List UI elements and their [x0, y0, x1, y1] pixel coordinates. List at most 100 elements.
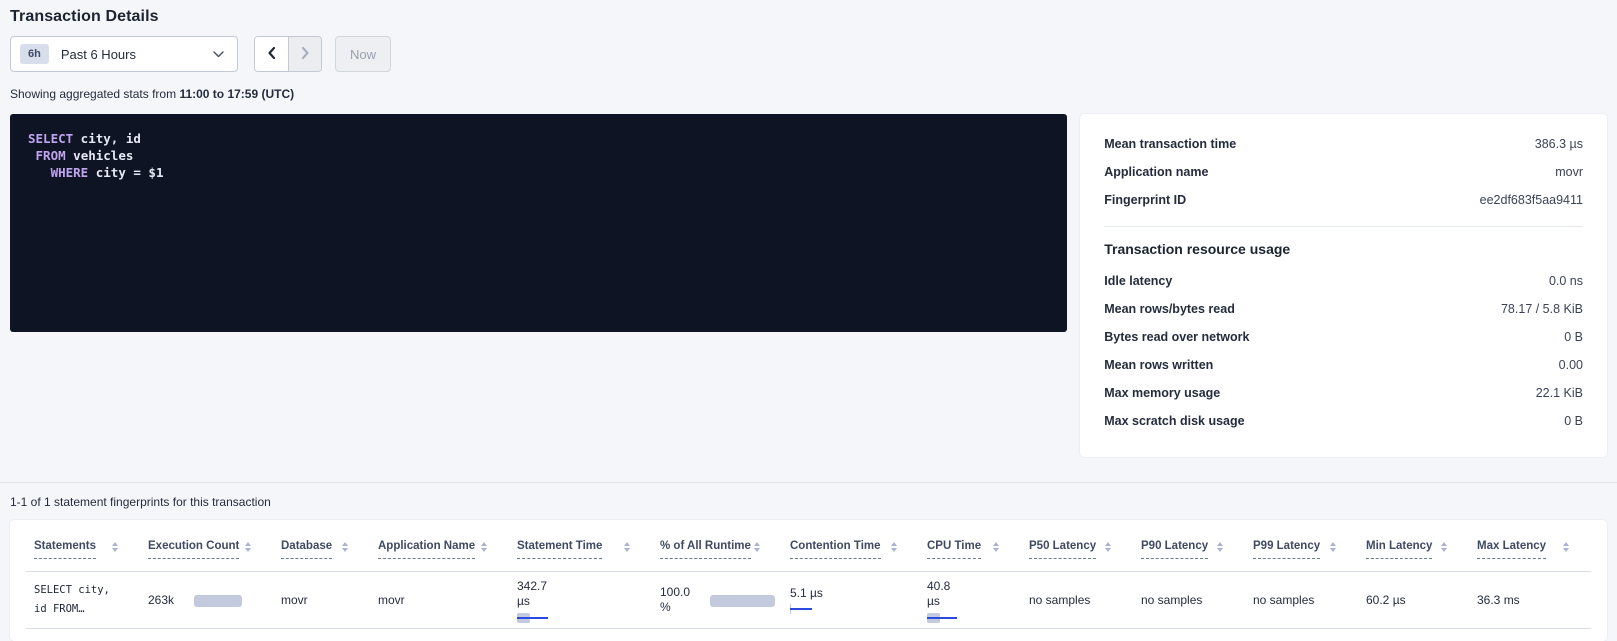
summary-value: ee2df683f5aa9411	[1480, 193, 1583, 207]
sort-arrows-icon[interactable]	[112, 539, 118, 552]
max-latency-cell: 36.3 ms	[1469, 572, 1591, 628]
column-header-p90-latency[interactable]: P90 Latency	[1133, 533, 1245, 571]
time-next-button[interactable]	[288, 37, 321, 71]
statement-text-line2: id FROM…	[34, 600, 110, 619]
resource-label: Max scratch disk usage	[1104, 414, 1244, 428]
section-divider	[0, 482, 1617, 483]
statements-table-card: Statements Execution Count Database Appl…	[10, 520, 1607, 641]
chevron-left-icon	[266, 46, 278, 63]
statement-time-cell: 342.7 µs	[509, 572, 652, 628]
time-controls: 6h Past 6 Hours Now	[10, 36, 1607, 72]
resource-label: Mean rows written	[1104, 358, 1213, 372]
summary-row: Fingerprint ID ee2df683f5aa9411	[1104, 186, 1583, 214]
contention-time-bullet-chart	[790, 604, 919, 614]
runtime-pct-value: 100.0	[660, 585, 690, 600]
resource-row: Mean rows written 0.00	[1104, 351, 1583, 379]
runtime-pct-cell: 100.0 %	[652, 572, 782, 628]
statements-section: 1-1 of 1 statement fingerprints for this…	[0, 495, 1617, 641]
aggregation-note-prefix: Showing aggregated stats from	[10, 87, 179, 101]
summary-value: movr	[1555, 165, 1583, 179]
resource-usage-heading: Transaction resource usage	[1104, 241, 1583, 257]
resource-row: Bytes read over network 0 B	[1104, 323, 1583, 351]
aggregation-note-range: 11:00 to 17:59 (UTC)	[179, 87, 294, 101]
cpu-time-cell: 40.8 µs	[919, 572, 1021, 628]
sort-arrows-icon[interactable]	[342, 539, 348, 552]
resource-label: Idle latency	[1104, 274, 1172, 288]
statement-link[interactable]: SELECT city, id FROM…	[26, 572, 140, 628]
sort-arrows-icon[interactable]	[754, 539, 760, 552]
resource-value: 0 B	[1564, 330, 1583, 344]
statement-text-line1: SELECT city,	[34, 581, 110, 600]
resource-row: Max scratch disk usage 0 B	[1104, 407, 1583, 435]
p99-latency-cell: no samples	[1245, 572, 1358, 628]
resource-label: Bytes read over network	[1104, 330, 1249, 344]
sort-arrows-icon[interactable]	[1330, 539, 1336, 552]
summary-label: Application name	[1104, 165, 1208, 179]
sort-arrows-icon[interactable]	[624, 539, 630, 552]
cpu-time-value: 40.8	[927, 579, 950, 594]
sort-arrows-icon[interactable]	[1441, 539, 1447, 552]
column-header-p99-latency[interactable]: P99 Latency	[1245, 533, 1358, 571]
runtime-pct-bar	[710, 595, 775, 607]
summary-value: 386.3 µs	[1535, 137, 1583, 151]
column-header-execution-count[interactable]: Execution Count	[140, 533, 273, 571]
column-header-application-name[interactable]: Application Name	[370, 533, 509, 571]
statements-count-text: 1-1 of 1 statement fingerprints for this…	[10, 495, 1607, 509]
summary-label: Fingerprint ID	[1104, 193, 1186, 207]
column-header-contention-time[interactable]: Contention Time	[782, 533, 919, 571]
sort-arrows-icon[interactable]	[245, 539, 251, 552]
resource-label: Max memory usage	[1104, 386, 1220, 400]
statements-table-header: Statements Execution Count Database Appl…	[26, 520, 1591, 572]
time-nav-group	[254, 36, 322, 72]
chevron-down-icon	[213, 51, 224, 58]
resource-row: Mean rows/bytes read 78.17 / 5.8 KiB	[1104, 295, 1583, 323]
column-header-runtime-pct[interactable]: % of All Runtime	[652, 533, 782, 571]
column-header-min-latency[interactable]: Min Latency	[1358, 533, 1469, 571]
time-range-dropdown[interactable]: 6h Past 6 Hours	[10, 36, 238, 72]
column-header-max-latency[interactable]: Max Latency	[1469, 533, 1591, 571]
sort-arrows-icon[interactable]	[993, 539, 999, 552]
p90-latency-cell: no samples	[1133, 572, 1245, 628]
time-range-badge: 6h	[20, 44, 49, 64]
sql-statement-text: SELECT city, id FROM vehicles WHERE city…	[28, 130, 1049, 181]
min-latency-cell: 60.2 µs	[1358, 572, 1469, 628]
application-name-cell: movr	[370, 572, 509, 628]
page-title: Transaction Details	[10, 8, 1607, 26]
sql-statement-box: SELECT city, id FROM vehicles WHERE city…	[10, 114, 1067, 332]
sort-arrows-icon[interactable]	[481, 539, 487, 552]
resource-value: 22.1 KiB	[1536, 386, 1583, 400]
time-range-label: Past 6 Hours	[61, 47, 136, 62]
sort-arrows-icon[interactable]	[891, 539, 897, 552]
transaction-summary-card: Mean transaction time 386.3 µs Applicati…	[1080, 114, 1607, 457]
column-header-cpu-time[interactable]: CPU Time	[919, 533, 1021, 571]
card-divider	[1104, 226, 1583, 227]
resource-label: Mean rows/bytes read	[1104, 302, 1235, 316]
now-button[interactable]: Now	[335, 36, 391, 72]
contention-time-cell: 5.1 µs	[782, 572, 919, 628]
sort-arrows-icon[interactable]	[1217, 539, 1223, 552]
column-header-statements[interactable]: Statements	[26, 533, 140, 571]
resource-row: Idle latency 0.0 ns	[1104, 267, 1583, 295]
runtime-pct-unit: %	[660, 600, 690, 615]
resource-value: 0.0 ns	[1549, 274, 1583, 288]
summary-label: Mean transaction time	[1104, 137, 1236, 151]
column-header-statement-time[interactable]: Statement Time	[509, 533, 652, 571]
resource-value: 0.00	[1559, 358, 1583, 372]
main-row: SELECT city, id FROM vehicles WHERE city…	[10, 114, 1607, 457]
statement-time-bullet-chart	[517, 613, 652, 623]
transaction-details-page: Transaction Details 6h Past 6 Hours Now …	[0, 0, 1617, 457]
resource-value: 0 B	[1564, 414, 1583, 428]
column-header-database[interactable]: Database	[273, 533, 370, 571]
statement-time-unit: µs	[517, 594, 547, 609]
execution-count-value: 263k	[148, 593, 174, 607]
cpu-time-unit: µs	[927, 594, 950, 609]
resource-row: Max memory usage 22.1 KiB	[1104, 379, 1583, 407]
sort-arrows-icon[interactable]	[1563, 539, 1569, 552]
column-header-p50-latency[interactable]: P50 Latency	[1021, 533, 1133, 571]
contention-time-value: 5.1 µs	[790, 586, 823, 600]
summary-row: Application name movr	[1104, 158, 1583, 186]
sort-arrows-icon[interactable]	[1105, 539, 1111, 552]
execution-count-bar	[194, 595, 242, 607]
statement-time-value: 342.7	[517, 579, 547, 594]
time-prev-button[interactable]	[255, 37, 288, 71]
